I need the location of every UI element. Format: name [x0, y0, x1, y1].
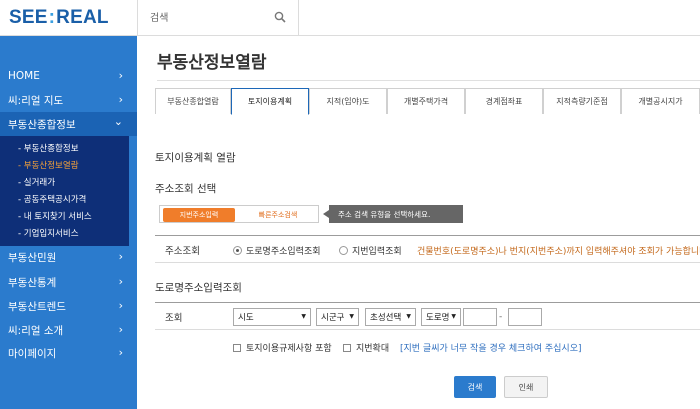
checkbox-icon	[233, 343, 241, 352]
tab-land-use[interactable]: 토지이용계획	[231, 88, 309, 115]
sidebar-item-realestate-info[interactable]: 부동산종합정보 ⌄	[0, 112, 137, 136]
chevron-right-icon: ›	[118, 93, 123, 106]
dropdown-arrow-icon: ▼	[451, 313, 456, 320]
sidebar-item-label: 마이페이지	[8, 347, 57, 360]
road-name-select[interactable]: 도로명 ▼	[421, 308, 461, 326]
main-number-input[interactable]	[463, 308, 497, 326]
lookup-row: 조회 시도 ▼ 시군구 ▼ 초성선택 ▼ 도로명 ▼ -	[155, 302, 700, 330]
divider	[157, 80, 700, 81]
logo[interactable]: SEE: REAL	[0, 0, 137, 36]
radio-label: 지번입력조회	[352, 247, 402, 257]
checkbox-icon	[343, 343, 351, 352]
select-value: 초성선택	[370, 313, 402, 323]
radio-selected-icon	[233, 246, 242, 255]
logo-text-right: REAL	[56, 7, 109, 28]
tab-survey-point[interactable]: 지적측량기준점	[543, 88, 621, 114]
select-value: 도로명	[426, 313, 450, 323]
sidebar-item-civil[interactable]: 부동산민원 ›	[0, 245, 137, 269]
sidebar: HOME › 씨:리얼 지도 › 부동산종합정보 ⌄ - 부동산종합정보 - 부…	[0, 36, 137, 409]
row-label: 조회	[165, 313, 183, 324]
select-value: 시군구	[321, 313, 345, 323]
sigungu-select[interactable]: 시군구 ▼	[316, 308, 359, 326]
search-button[interactable]: 검색	[454, 376, 496, 398]
dropdown-arrow-icon: ▼	[349, 313, 354, 320]
sidebar-item-label: 씨:리얼 지도	[8, 94, 64, 107]
address-select-title: 주소조회 선택	[155, 183, 217, 195]
radio-icon	[339, 246, 348, 255]
sidebar-item-home[interactable]: HOME ›	[0, 64, 137, 88]
select-value: 시도	[238, 313, 254, 323]
submenu-item[interactable]: - 실거래가	[18, 176, 55, 188]
road-address-title: 도로명주소입력조회	[155, 282, 242, 294]
address-lookup-row: 주소조회 도로명주소입력조회 지번입력조회 건물번호(도로명주소)나 번지(지번…	[155, 235, 700, 263]
main-content: 부동산정보열람 부동산종합열람 토지이용계획 지적(임야)도 개별주택가격 경계…	[137, 36, 700, 409]
chevron-right-icon: ›	[118, 299, 123, 312]
submenu-item[interactable]: - 기업입지서비스	[18, 227, 79, 239]
choseong-select[interactable]: 초성선택 ▼	[365, 308, 416, 326]
sidebar-item-label: 씨:리얼 소개	[8, 324, 64, 337]
sidebar-item-label: HOME	[8, 70, 40, 82]
sub-number-input[interactable]	[508, 308, 542, 326]
chevron-right-icon: ›	[118, 346, 123, 359]
logo-colon: :	[48, 7, 56, 28]
chevron-right-icon: ›	[118, 250, 123, 263]
top-bar: SEE: REAL	[0, 0, 700, 36]
search-input[interactable]	[148, 9, 268, 27]
sidebar-item-about[interactable]: 씨:리얼 소개 ›	[0, 318, 137, 342]
checkbox-jibun-enlarge[interactable]: 지번확대	[343, 341, 389, 354]
submenu-item[interactable]: - 내 토지찾기 서비스	[18, 210, 92, 222]
logo-text-left: SEE	[9, 7, 48, 28]
tab-bar: 부동산종합열람 토지이용계획 지적(임야)도 개별주택가격 경계점좌표 지적측량…	[155, 88, 700, 115]
radio-jibun[interactable]: 지번입력조회	[339, 244, 402, 257]
submenu-item[interactable]: - 공동주택공시가격	[18, 193, 86, 205]
sidebar-item-label: 부동산민원	[8, 251, 57, 264]
radio-label: 도로명주소입력조회	[246, 247, 321, 257]
chevron-right-icon: ›	[118, 69, 123, 82]
sidebar-item-label: 부동산트렌드	[8, 300, 66, 313]
submenu-item[interactable]: - 부동산종합정보	[18, 142, 79, 154]
submenu-item-current[interactable]: - 부동산정보열람	[18, 159, 79, 171]
enlarge-hint: [지번 글씨가 너무 작을 경우 체크하여 주십시오]	[400, 344, 582, 354]
submenu: - 부동산종합정보 - 부동산정보열람 - 실거래가 - 공동주택공시가격 - …	[0, 136, 129, 246]
sidebar-item-trend[interactable]: 부동산트렌드 ›	[0, 294, 137, 318]
checkbox-label: 토지이용규제사항 포함	[246, 344, 332, 354]
row-label: 주소조회	[165, 246, 200, 257]
input-notice: 건물번호(도로명주소)나 번지(지번주소)까지 입력해주셔야 조회가 가능합니다	[417, 247, 700, 257]
tab-cadastral-map[interactable]: 지적(임야)도	[309, 88, 387, 114]
sidebar-item-stats[interactable]: 부동산통계 ›	[0, 270, 137, 294]
sido-select[interactable]: 시도 ▼	[233, 308, 311, 326]
chevron-right-icon: ›	[118, 323, 123, 336]
section-title: 토지이용계획 열람	[155, 152, 236, 164]
page-title: 부동산정보열람	[157, 53, 267, 73]
chevron-down-icon: ⌄	[113, 115, 123, 128]
sidebar-item-map[interactable]: 씨:리얼 지도 ›	[0, 88, 137, 112]
sidebar-item-mypage[interactable]: 마이페이지 ›	[0, 341, 137, 365]
sidebar-item-label: 부동산종합정보	[8, 118, 76, 131]
tab-comprehensive[interactable]: 부동산종합열람	[155, 88, 231, 114]
tab-boundary[interactable]: 경계점좌표	[465, 88, 543, 114]
checkbox-label: 지번확대	[356, 344, 390, 354]
print-button[interactable]: 인쇄	[504, 376, 548, 398]
tooltip: 주소 검색 유형을 선택하세요.	[323, 205, 463, 223]
search-box	[137, 0, 299, 36]
toggle-quick-button[interactable]: 빠른주소검색	[240, 208, 316, 222]
address-type-toggle: 지번주소입력 빠른주소검색	[159, 205, 319, 223]
separator: -	[499, 312, 503, 322]
checkbox-land-regulation[interactable]: 토지이용규제사항 포함	[233, 341, 332, 354]
toggle-jibun-button[interactable]: 지번주소입력	[163, 208, 235, 222]
search-icon[interactable]	[274, 11, 286, 23]
radio-road-address[interactable]: 도로명주소입력조회	[233, 244, 321, 257]
dropdown-arrow-icon: ▼	[406, 313, 411, 320]
chevron-right-icon: ›	[118, 275, 123, 288]
tab-house-price[interactable]: 개별주택가격	[387, 88, 465, 114]
tab-land-price[interactable]: 개별공시지가	[621, 88, 700, 114]
sidebar-item-label: 부동산통계	[8, 276, 57, 289]
dropdown-arrow-icon: ▼	[301, 313, 306, 320]
